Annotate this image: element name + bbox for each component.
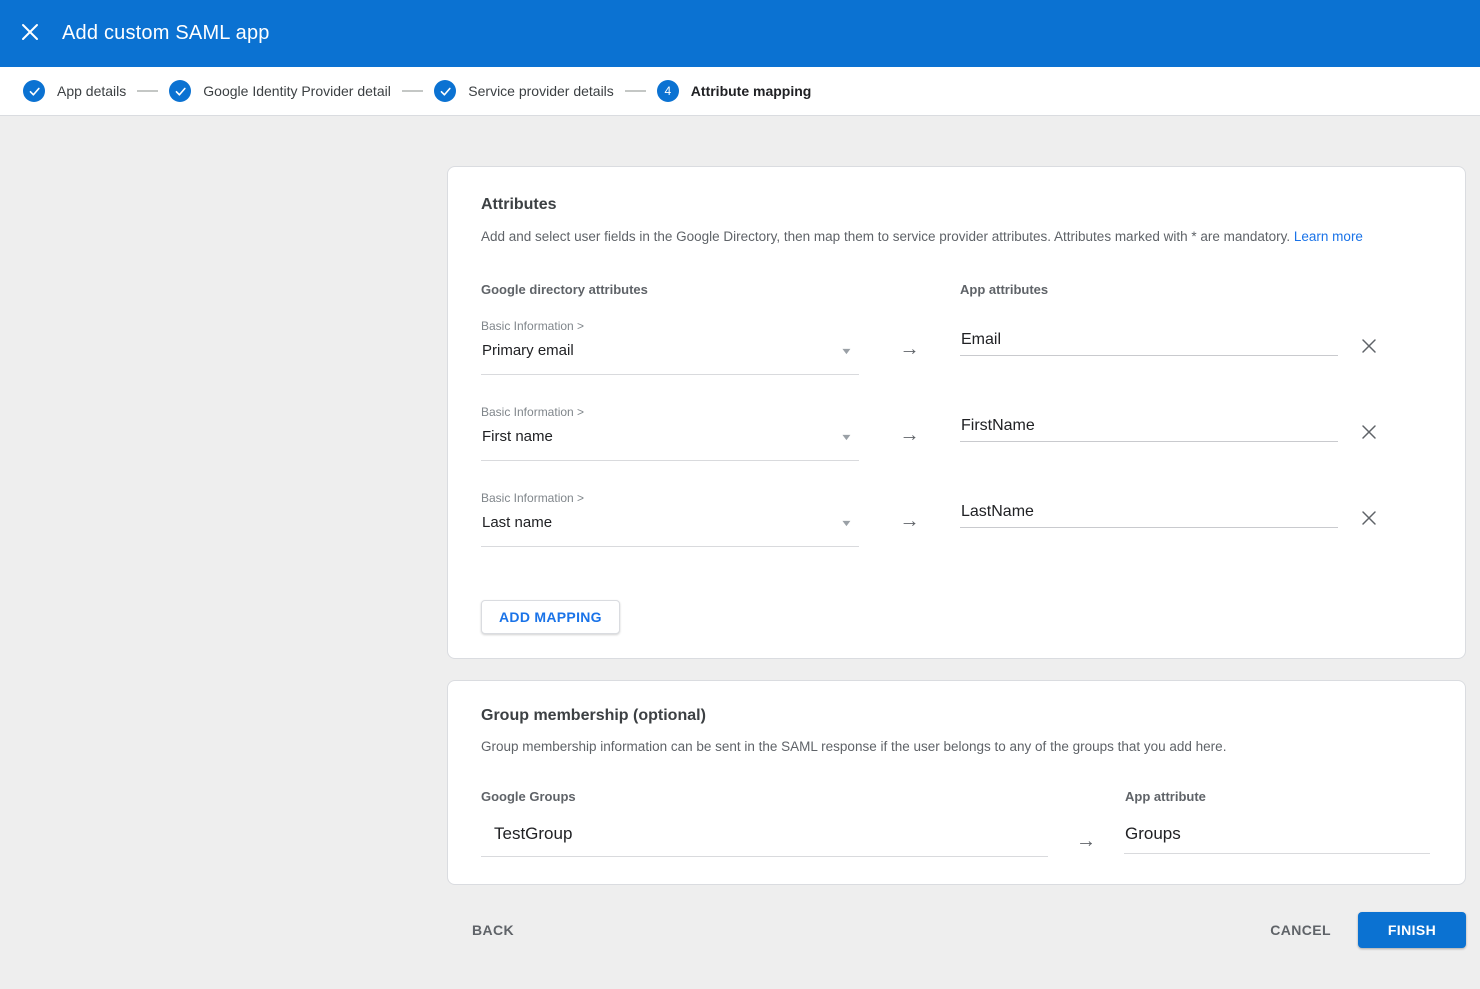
selected-google-attribute: First name <box>482 427 553 447</box>
group-columns-header: Google Groups App attribute <box>481 789 1432 805</box>
close-icon <box>21 23 39 44</box>
back-button[interactable]: BACK <box>472 922 514 938</box>
add-mapping-button[interactable]: ADD MAPPING <box>481 600 620 634</box>
step-complete-check-icon <box>169 80 191 102</box>
step-complete-check-icon <box>23 80 45 102</box>
selected-google-attribute: Primary email <box>482 341 574 361</box>
main-content: Attributes Add and select user fields in… <box>0 116 1480 948</box>
attribute-category-label: Basic Information > <box>481 491 859 506</box>
step-label: Google Identity Provider details <box>203 83 391 99</box>
google-groups-header: Google Groups <box>481 789 1125 805</box>
step-label: Service provider details <box>468 83 614 99</box>
chevron-down-icon: ▼ <box>840 346 853 356</box>
remove-icon <box>1361 424 1377 443</box>
attribute-category-label: Basic Information > <box>481 319 859 334</box>
app-attribute-header: App attribute <box>1125 789 1206 805</box>
step-label: App details <box>57 83 126 99</box>
app-attribute-field <box>960 491 1338 528</box>
step-separator <box>402 90 423 92</box>
app-attributes-header: App attributes <box>960 282 1048 298</box>
mapping-arrow-icon: → <box>1048 818 1124 853</box>
finish-button[interactable]: FINISH <box>1358 912 1466 948</box>
step-number-icon: 4 <box>657 80 679 102</box>
step-complete-check-icon <box>434 80 456 102</box>
selected-google-attribute: Last name <box>482 513 552 533</box>
step-separator <box>137 90 158 92</box>
mapping-rows: Basic Information > Primary email ▼ → <box>481 319 1432 577</box>
dialog-header: Add custom SAML app <box>0 0 1480 67</box>
mapping-arrow-icon: → <box>859 319 960 361</box>
step-app-details: App details <box>23 80 126 102</box>
google-attribute-select-last-name[interactable]: Basic Information > Last name ▼ <box>481 491 859 547</box>
remove-icon <box>1361 510 1377 529</box>
google-groups-field <box>481 818 1048 857</box>
chevron-down-icon: ▼ <box>840 518 853 528</box>
mapping-arrow-icon: → <box>859 491 960 533</box>
chevron-down-icon: ▼ <box>840 432 853 442</box>
group-app-attribute-input[interactable] <box>1124 818 1430 854</box>
remove-icon <box>1361 338 1377 357</box>
attributes-columns-header: Google directory attributes App attribut… <box>481 282 1432 298</box>
app-attribute-input-firstname[interactable] <box>960 417 1338 442</box>
mapping-row-last-name: Basic Information > Last name ▼ → <box>481 491 1432 577</box>
mapping-row-first-name: Basic Information > First name ▼ → <box>481 405 1432 491</box>
footer-actions: BACK CANCEL FINISH <box>447 912 1466 948</box>
learn-more-link[interactable]: Learn more <box>1294 229 1363 244</box>
mapping-row-primary-email: Basic Information > Primary email ▼ → <box>481 319 1432 405</box>
step-attribute-mapping: 4 Attribute mapping <box>657 80 812 102</box>
google-directory-attributes-header: Google directory attributes <box>481 282 960 298</box>
step-label: Attribute mapping <box>691 83 812 99</box>
attribute-category-label: Basic Information > <box>481 405 859 420</box>
cancel-button[interactable]: CANCEL <box>1270 922 1331 938</box>
step-separator <box>625 90 646 92</box>
wizard-stepper: App details Google Identity Provider det… <box>0 67 1480 116</box>
google-attribute-select-first-name[interactable]: Basic Information > First name ▼ <box>481 405 859 461</box>
app-attribute-field <box>960 319 1338 356</box>
group-membership-title: Group membership (optional) <box>481 681 1432 727</box>
remove-mapping-button[interactable] <box>1361 421 1385 445</box>
group-app-attribute-field <box>1124 818 1430 854</box>
attributes-card: Attributes Add and select user fields in… <box>447 166 1466 659</box>
remove-mapping-button[interactable] <box>1361 507 1385 531</box>
group-membership-description: Group membership information can be sent… <box>481 738 1432 756</box>
app-attribute-field <box>960 405 1338 442</box>
google-attribute-select-primary-email[interactable]: Basic Information > Primary email ▼ <box>481 319 859 375</box>
close-button[interactable] <box>12 16 48 52</box>
attributes-card-title: Attributes <box>481 167 1432 216</box>
google-groups-input[interactable] <box>481 818 1048 857</box>
step-identity-provider-details: Google Identity Provider details <box>169 80 391 102</box>
group-mapping-row: → <box>481 818 1432 857</box>
step-service-provider-details: Service provider details <box>434 80 614 102</box>
page-title: Add custom SAML app <box>62 22 270 45</box>
group-membership-card: Group membership (optional) Group member… <box>447 680 1466 885</box>
mapping-arrow-icon: → <box>859 405 960 447</box>
attributes-card-description: Add and select user fields in the Google… <box>481 228 1432 246</box>
remove-mapping-button[interactable] <box>1361 335 1385 359</box>
app-attribute-input-email[interactable] <box>960 331 1338 356</box>
app-attribute-input-lastname[interactable] <box>960 503 1338 528</box>
